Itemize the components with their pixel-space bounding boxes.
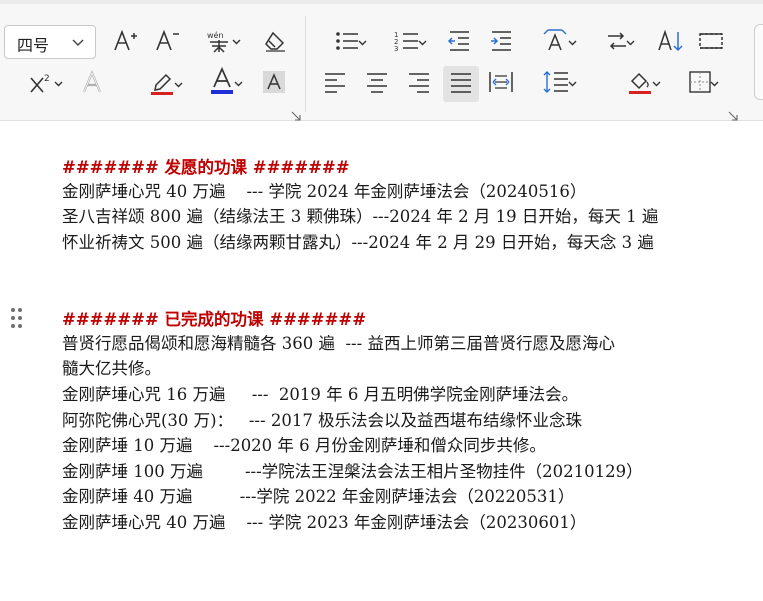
chevron-down-icon (568, 79, 577, 91)
chevron-down-icon (626, 38, 635, 50)
text-direction-icon (541, 28, 569, 58)
phonetic-guide-button[interactable]: wén (198, 28, 242, 58)
font-size-value: 四号 (17, 36, 50, 55)
font-color-button[interactable] (198, 66, 246, 101)
ribbon-toolbar: 四号 wén 2 1 2 3 (0, 0, 763, 121)
clear-format-button[interactable] (260, 28, 290, 58)
bullet-list-icon (334, 29, 360, 57)
text-line: 怀业祈祷文 500 遍（结缘两颗甘露丸）---2024 年 2 月 29 日开始… (62, 233, 654, 252)
group-separator (305, 16, 306, 112)
chevron-down-icon (71, 34, 85, 53)
decrease-indent-icon (447, 29, 471, 57)
ribbon-top-border (0, 0, 763, 4)
highlight-button[interactable] (138, 70, 186, 100)
increase-indent-icon (489, 29, 513, 57)
font-dialog-launcher-icon[interactable] (291, 106, 301, 121)
distribute-icon (488, 70, 514, 98)
text-line: 髓大亿共修。 (62, 359, 161, 378)
superscript-button[interactable]: 2 (18, 70, 64, 100)
line-break-button[interactable] (594, 28, 640, 58)
section-heading-completed: ####### 已完成的功课 ####### (62, 310, 367, 329)
shading-button[interactable] (616, 68, 664, 100)
align-center-icon (365, 71, 389, 97)
text-line: 阿弥陀佛心咒(30 万)： --- 2017 极乐法会以及益西堪布结缘怀业念珠 (62, 411, 583, 430)
chevron-down-icon (568, 38, 577, 50)
numbered-list-icon: 123 (394, 29, 420, 57)
chevron-down-icon (54, 79, 63, 91)
justify-icon (449, 71, 473, 97)
line-spacing-button[interactable] (532, 68, 580, 100)
text-effect-button[interactable] (78, 70, 108, 100)
chevron-down-icon (232, 37, 241, 49)
font-size-select[interactable]: 四号 (4, 25, 96, 59)
line-spacing-icon (543, 69, 569, 99)
increase-font-icon (112, 28, 138, 58)
clear-format-icon (262, 28, 288, 58)
align-left-icon (323, 71, 347, 97)
align-right-icon (407, 71, 431, 97)
increase-indent-button[interactable] (486, 28, 516, 58)
align-center-button[interactable] (362, 68, 392, 100)
text-line: 金刚萨埵 40 万遍 ---学院 2022 年金刚萨埵法会（20220531） (62, 487, 575, 506)
border-box-button[interactable] (696, 28, 726, 58)
highlight-icon (148, 69, 176, 101)
chevron-down-icon (234, 79, 243, 91)
drag-handle-icon[interactable] (11, 308, 25, 330)
decrease-font-button[interactable] (152, 28, 182, 58)
chevron-down-icon (710, 79, 719, 91)
increase-font-button[interactable] (110, 28, 140, 58)
decrease-font-icon (154, 28, 180, 58)
text-effect-icon (80, 70, 106, 100)
chevron-down-icon (174, 80, 183, 92)
text-line: 圣八吉祥颂 800 遍（结缘法王 3 颗佛珠）---2024 年 2 月 19 … (62, 207, 659, 226)
section-heading-vows: ####### 发愿的功课 ####### (62, 158, 350, 177)
text-direction-button[interactable] (530, 28, 580, 58)
font-color-icon (208, 66, 236, 101)
text-line: 金刚萨埵心咒 40 万遍 --- 学院 2023 年金刚萨埵法会（2023060… (62, 513, 587, 532)
text-line: 金刚萨埵 10 万遍 ---2020 年 6 月份金刚萨埵和僧众同步共修。 (62, 436, 546, 455)
align-left-button[interactable] (320, 68, 350, 100)
bullet-list-button[interactable] (324, 28, 370, 58)
text-line: 金刚萨埵心咒 40 万遍 --- 学院 2024 年金刚萨埵法会（2024051… (62, 182, 587, 201)
phonetic-guide-icon: wén (206, 28, 234, 58)
document-page[interactable]: ####### 发愿的功课 ####### 金刚萨埵心咒 40 万遍 --- 学… (0, 122, 763, 601)
shading-icon (626, 68, 654, 100)
text-line: 金刚萨埵 100 万遍 ---学院法王涅槃法会法王相片圣物挂件（20210129… (62, 462, 643, 481)
superscript-icon: 2 (27, 70, 55, 100)
text-line: 金刚萨埵心咒 16 万遍 --- 2019 年 6 月五明佛学院金刚萨埵法会。 (62, 385, 579, 404)
decrease-indent-button[interactable] (444, 28, 474, 58)
svg-text:3: 3 (394, 45, 398, 53)
borders-icon (688, 70, 712, 98)
paragraph-dialog-launcher-icon[interactable] (728, 106, 738, 121)
styles-gallery-edge[interactable] (754, 24, 763, 100)
sort-icon (656, 28, 684, 58)
chevron-down-icon (652, 79, 661, 91)
chevron-down-icon (418, 38, 427, 50)
justify-button[interactable] (443, 66, 479, 102)
sort-button[interactable] (654, 28, 686, 58)
align-right-button[interactable] (404, 68, 434, 100)
distribute-button[interactable] (486, 68, 516, 100)
char-shading-button[interactable] (260, 70, 288, 98)
svg-text:2: 2 (44, 74, 50, 84)
borders-button[interactable] (676, 68, 724, 100)
text-line: 普贤行愿品偈颂和愿海精髓各 360 遍 --- 益西上师第三届普贤行愿及愿海心 (62, 334, 615, 353)
border-box-icon (698, 30, 724, 56)
svg-text:wén: wén (207, 30, 224, 40)
chevron-down-icon (358, 38, 367, 50)
numbered-list-button[interactable]: 123 (384, 28, 430, 58)
char-shading-icon (262, 70, 286, 98)
